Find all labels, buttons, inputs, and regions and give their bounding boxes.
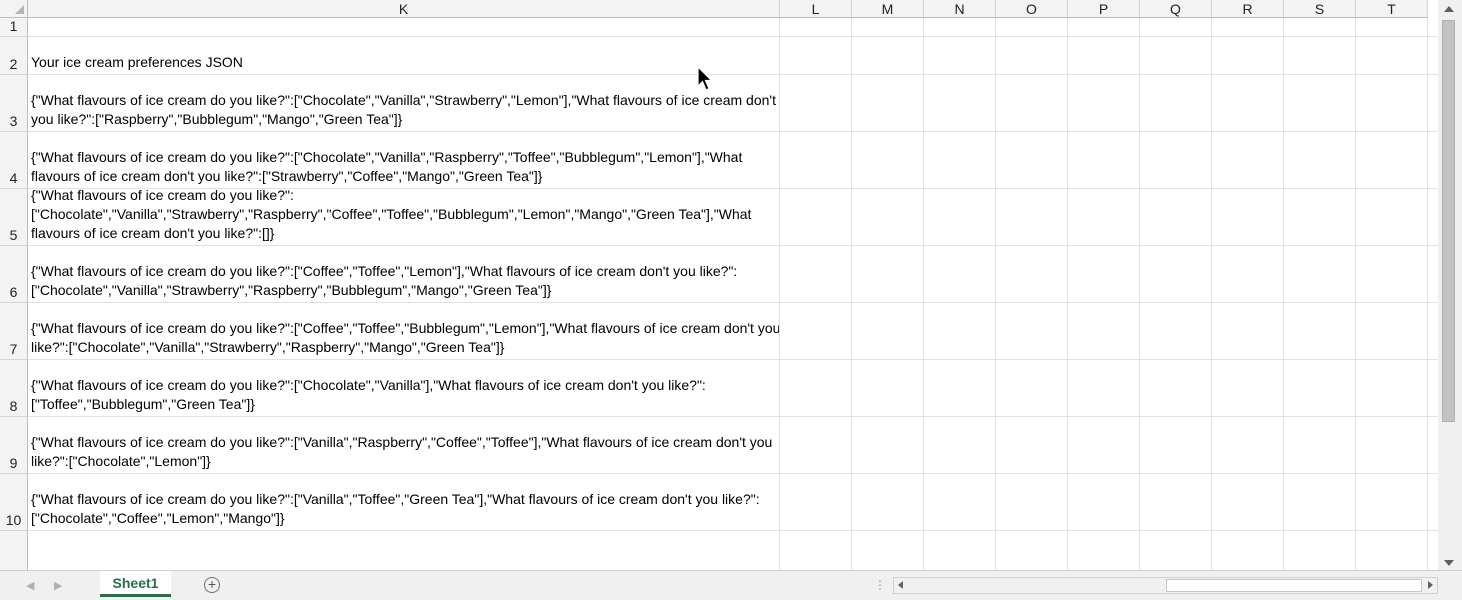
table-row: {"What flavours of ice cream do you like… <box>28 75 1438 132</box>
row-header[interactable]: 3 <box>0 75 28 132</box>
column-header-r[interactable]: R <box>1212 0 1284 18</box>
row-header[interactable]: 7 <box>0 303 28 360</box>
gridline <box>1211 18 1212 570</box>
cell-k10[interactable]: {"What flavours of ice cream do you like… <box>31 490 781 528</box>
table-row: {"What flavours of ice cream do you like… <box>28 303 1438 360</box>
cell-k4[interactable]: {"What flavours of ice cream do you like… <box>31 148 781 186</box>
row-number: 8 <box>9 398 18 414</box>
table-row: {"What flavours of ice cream do you like… <box>28 132 1438 189</box>
column-header-l[interactable]: L <box>780 0 852 18</box>
column-header-k[interactable]: K <box>28 0 780 18</box>
row-header[interactable]: 4 <box>0 132 28 189</box>
add-sheet-icon[interactable]: + <box>204 577 220 593</box>
row-number: 2 <box>9 56 18 72</box>
column-header-n[interactable]: N <box>924 0 996 18</box>
column-header-q[interactable]: Q <box>1140 0 1212 18</box>
column-header-p[interactable]: P <box>1068 0 1140 18</box>
gridline <box>1283 18 1284 570</box>
table-row <box>28 18 1438 37</box>
cell-k7[interactable]: {"What flavours of ice cream do you like… <box>31 319 781 357</box>
row-number: 5 <box>9 227 18 243</box>
cell-k2[interactable]: Your ice cream preferences JSON <box>31 53 781 72</box>
horizontal-scroll-thumb[interactable] <box>1166 579 1422 592</box>
gridline <box>1427 18 1428 570</box>
cell-k8[interactable]: {"What flavours of ice cream do you like… <box>31 376 781 414</box>
gridline <box>923 18 924 570</box>
table-row: {"What flavours of ice cream do you like… <box>28 360 1438 417</box>
row-header[interactable]: 9 <box>0 417 28 474</box>
table-row: {"What flavours of ice cream do you like… <box>28 474 1438 531</box>
row-number: 7 <box>9 341 18 357</box>
row-header[interactable]: 6 <box>0 246 28 303</box>
gridline <box>779 18 780 570</box>
row-number: 4 <box>9 170 18 186</box>
gridline <box>1139 18 1140 570</box>
spreadsheet-grid[interactable]: KLMNOPQRST 1 2 3 4 5 6 7 8 9 10 11 Your ice cream … <box>0 0 1438 570</box>
select-all-icon <box>15 5 24 14</box>
table-row: Your ice cream preferences JSON <box>28 37 1438 75</box>
row-header[interactable]: 8 <box>0 360 28 417</box>
row-number: 6 <box>9 284 18 300</box>
column-header-o[interactable]: O <box>996 0 1068 18</box>
cell-k3[interactable]: {"What flavours of ice cream do you like… <box>31 91 781 129</box>
tab-split-handle-icon[interactable]: ⋮ <box>874 578 886 592</box>
gridline <box>995 18 996 570</box>
gridline <box>1067 18 1068 570</box>
column-headers: KLMNOPQRST <box>28 0 1438 18</box>
row-header[interactable]: 5 <box>0 189 28 246</box>
gridline <box>851 18 852 570</box>
row-header[interactable]: 10 <box>0 474 28 531</box>
sheet-tab-bar: ◀ ▶ Sheet1 + ⋮ <box>0 570 1462 600</box>
prev-sheet-icon[interactable]: ◀ <box>26 579 34 592</box>
gridline <box>1355 18 1356 570</box>
row-header[interactable]: 11 <box>0 531 28 570</box>
scroll-left-icon[interactable] <box>898 581 903 589</box>
scroll-up-icon[interactable] <box>1444 6 1454 12</box>
vertical-scroll-thumb[interactable] <box>1442 20 1455 422</box>
table-row: {"What flavours of ice cream do you like… <box>28 531 1438 570</box>
row-number: 3 <box>9 113 18 129</box>
vertical-scrollbar[interactable] <box>1438 0 1462 572</box>
row-header[interactable]: 1 <box>0 18 28 37</box>
cell-k6[interactable]: {"What flavours of ice cream do you like… <box>31 262 781 300</box>
row-number: 9 <box>9 455 18 471</box>
table-row: {"What flavours of ice cream do you like… <box>28 417 1438 474</box>
column-header-s[interactable]: S <box>1284 0 1356 18</box>
mouse-pointer-icon <box>697 66 713 91</box>
next-sheet-icon[interactable]: ▶ <box>54 579 62 592</box>
table-row: {"What flavours of ice cream do you like… <box>28 246 1438 303</box>
cell-k9[interactable]: {"What flavours of ice cream do you like… <box>31 433 781 471</box>
row-number: 1 <box>9 18 18 34</box>
scroll-right-icon[interactable] <box>1428 581 1433 589</box>
select-all-button[interactable] <box>0 0 28 18</box>
table-row: {"What flavours of ice cream do you like… <box>28 186 1438 246</box>
column-header-t[interactable]: T <box>1356 0 1428 18</box>
row-header[interactable]: 2 <box>0 37 28 75</box>
scroll-down-icon[interactable] <box>1444 560 1454 566</box>
column-header-m[interactable]: M <box>852 0 924 18</box>
horizontal-scrollbar[interactable] <box>893 577 1438 594</box>
row-number: 10 <box>5 512 22 528</box>
cell-k5[interactable]: {"What flavours of ice cream do you like… <box>31 186 781 243</box>
sheet-tab[interactable]: Sheet1 <box>100 571 171 597</box>
